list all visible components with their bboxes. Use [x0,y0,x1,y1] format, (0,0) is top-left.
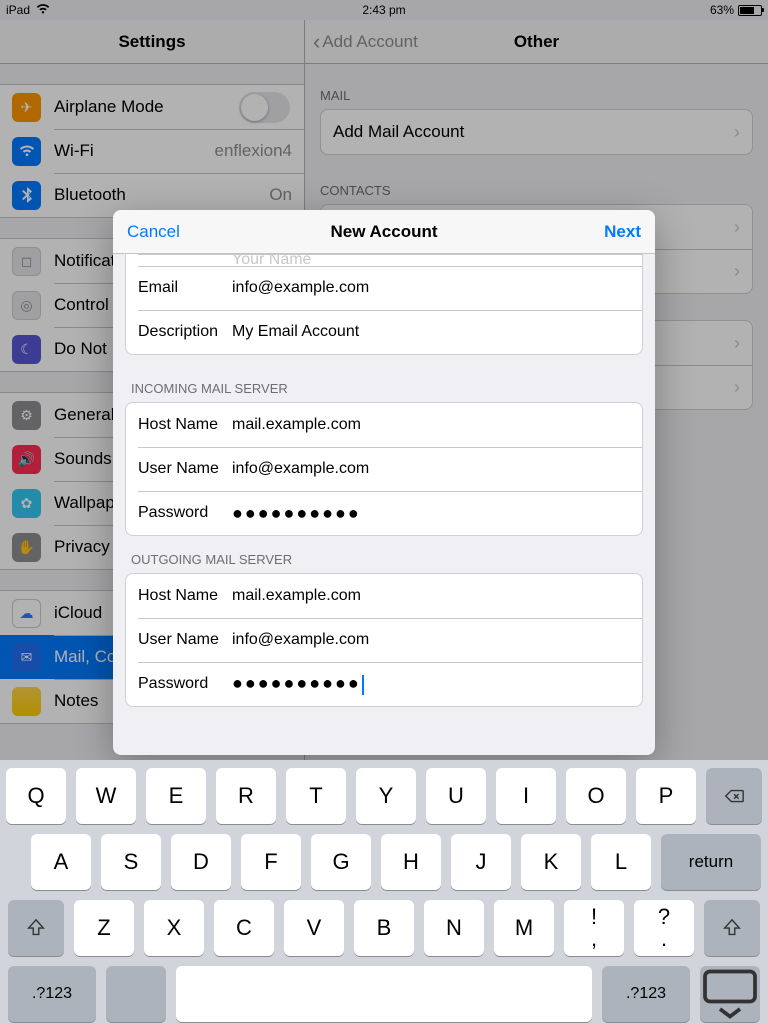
cancel-button[interactable]: Cancel [127,222,180,242]
letter-key[interactable]: U [426,768,486,824]
field-label: Password [138,504,232,522]
letter-key[interactable]: M [494,900,554,956]
space-key[interactable] [176,966,592,1022]
letter-key[interactable]: D [171,834,231,890]
numbers-key[interactable]: .?123 [8,966,96,1022]
password-dots: ●●●●●●●●●● [232,673,361,693]
keyboard-icon [700,964,760,1024]
letter-key[interactable]: W [76,768,136,824]
outgoing-user-row[interactable]: User Name info@example.com [126,618,642,662]
onscreen-keyboard: QWERTYUIOP ASDFGHJKLreturn ZXCVBNM!,?. .… [0,760,768,1024]
dismiss-keyboard-key[interactable] [700,966,760,1022]
letter-key[interactable]: O [566,768,626,824]
letter-key[interactable]: Z [74,900,134,956]
email-field[interactable]: info@example.com [232,279,630,297]
letter-key[interactable]: V [284,900,344,956]
letter-key[interactable]: Y [356,768,416,824]
new-account-modal: Cancel New Account Next x Your Name Emai… [113,210,655,755]
comma-key[interactable]: !, [564,900,624,956]
return-key[interactable]: return [661,834,761,890]
incoming-password-field[interactable]: ●●●●●●●●●● [232,503,630,524]
outgoing-password-field[interactable]: ●●●●●●●●●● [232,673,630,695]
name-placeholder: Your Name [232,254,630,266]
numbers-key-right[interactable]: .?123 [602,966,690,1022]
next-button[interactable]: Next [604,222,641,242]
letter-key[interactable]: N [424,900,484,956]
letter-key[interactable]: G [311,834,371,890]
incoming-host-row[interactable]: Host Name mail.example.com [126,403,642,447]
incoming-user-field[interactable]: info@example.com [232,460,630,478]
outgoing-host-row[interactable]: Host Name mail.example.com [126,574,642,618]
period-key[interactable]: ?. [634,900,694,956]
email-label: Email [138,279,232,297]
description-row[interactable]: Description My Email Account [126,310,642,354]
letter-key[interactable]: X [144,900,204,956]
letter-key[interactable]: K [521,834,581,890]
letter-key[interactable]: H [381,834,441,890]
outgoing-pass-row[interactable]: Password ●●●●●●●●●● [126,662,642,706]
modal-navbar: Cancel New Account Next [113,210,655,254]
letter-key[interactable]: R [216,768,276,824]
letter-key[interactable]: S [101,834,161,890]
field-label: User Name [138,460,232,478]
shift-key[interactable] [8,900,64,956]
letter-key[interactable]: E [146,768,206,824]
letter-key[interactable]: P [636,768,696,824]
field-label: Host Name [138,587,232,605]
incoming-host-field[interactable]: mail.example.com [232,416,630,434]
incoming-pass-row[interactable]: Password ●●●●●●●●●● [126,491,642,535]
field-label: Password [138,675,232,693]
email-row[interactable]: Email info@example.com [126,266,642,310]
letter-key[interactable]: I [496,768,556,824]
outgoing-header: OUTGOING MAIL SERVER [113,536,655,573]
letter-key[interactable]: Q [6,768,66,824]
letter-key[interactable]: T [286,768,346,824]
modal-title: New Account [330,222,437,242]
text-cursor [362,675,364,695]
letter-key[interactable]: F [241,834,301,890]
name-row[interactable]: x Your Name [126,254,642,266]
letter-key[interactable]: B [354,900,414,956]
outgoing-user-field[interactable]: info@example.com [232,631,630,649]
outgoing-host-field[interactable]: mail.example.com [232,587,630,605]
letter-key[interactable]: C [214,900,274,956]
incoming-header: INCOMING MAIL SERVER [113,365,655,402]
letter-key[interactable]: J [451,834,511,890]
incoming-user-row[interactable]: User Name info@example.com [126,447,642,491]
description-label: Description [138,323,232,341]
globe-key[interactable] [106,966,166,1022]
letter-key[interactable]: L [591,834,651,890]
shift-key-right[interactable] [704,900,760,956]
field-label: User Name [138,631,232,649]
description-field[interactable]: My Email Account [232,323,630,341]
backspace-key[interactable] [706,768,762,824]
letter-key[interactable]: A [31,834,91,890]
field-label: Host Name [138,416,232,434]
